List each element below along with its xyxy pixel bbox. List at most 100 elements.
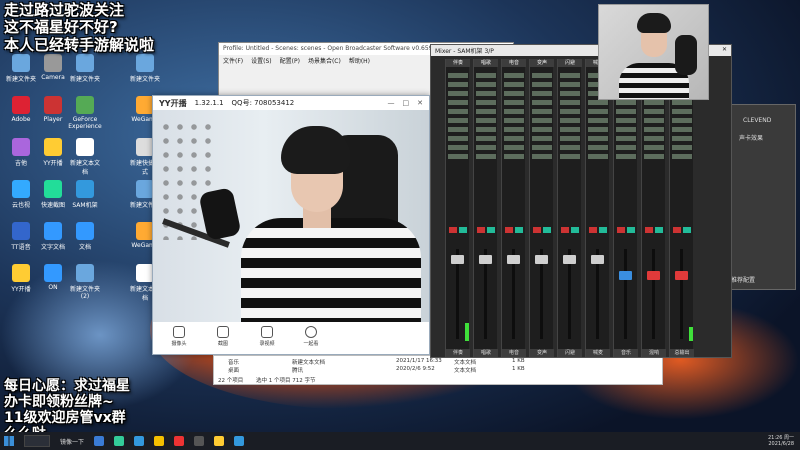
effect-slot[interactable] xyxy=(476,136,496,141)
effect-slot[interactable] xyxy=(532,118,552,123)
mute-button[interactable] xyxy=(561,227,569,233)
desktop-icon[interactable]: GeForce Experience xyxy=(68,96,102,130)
desktop-icon[interactable]: 新建文本文档 xyxy=(68,138,102,176)
mute-button[interactable] xyxy=(589,227,597,233)
ie-icon[interactable] xyxy=(134,436,145,446)
yy-window[interactable]: YY开播 1.32.1.1 QQ号: 708053412 — □ ✕ 摄像头 截… xyxy=(152,95,430,355)
desktop-icon[interactable]: YY开播 xyxy=(4,264,38,293)
effect-slot[interactable] xyxy=(560,154,580,159)
effect-slot[interactable] xyxy=(588,154,608,159)
effect-slot[interactable] xyxy=(448,118,468,123)
file-name[interactable]: 新建文本文档 xyxy=(292,358,325,366)
effect-slot[interactable] xyxy=(560,91,580,96)
effect-slot[interactable] xyxy=(448,154,468,159)
desktop-icon[interactable]: Adobe xyxy=(4,96,38,123)
obs-icon[interactable] xyxy=(194,436,205,446)
effect-slot[interactable] xyxy=(532,127,552,132)
minimize-button[interactable]: — xyxy=(388,99,395,107)
mixer-channel-strip[interactable]: 变声 变声 xyxy=(529,59,554,357)
solo-button[interactable] xyxy=(627,227,635,233)
desktop-icon[interactable]: 文档 xyxy=(68,222,102,251)
windows-start-icon[interactable] xyxy=(4,436,14,446)
effect-slot[interactable] xyxy=(560,136,580,141)
effect-slot[interactable] xyxy=(448,109,468,114)
solo-button[interactable] xyxy=(599,227,607,233)
effect-slot[interactable] xyxy=(644,118,664,123)
file-explorer[interactable]: 音乐 桌面 22 个项目 选中 1 个项目 712 字节 新建文本文档 2021… xyxy=(213,355,663,385)
mixer-channel-strip[interactable]: 电音 电音 xyxy=(501,59,526,357)
effect-slot[interactable] xyxy=(616,145,636,150)
effect-slot[interactable] xyxy=(672,100,692,105)
effect-slot[interactable] xyxy=(476,154,496,159)
effect-slot[interactable] xyxy=(672,109,692,114)
panel-label[interactable]: 声卡效果 xyxy=(739,133,763,142)
fader-knob[interactable] xyxy=(619,271,632,280)
mute-button[interactable] xyxy=(477,227,485,233)
effect-slot[interactable] xyxy=(588,109,608,114)
effect-slot[interactable] xyxy=(476,100,496,105)
solo-button[interactable] xyxy=(683,227,691,233)
effect-slot[interactable] xyxy=(616,100,636,105)
effect-slot[interactable] xyxy=(448,127,468,132)
effect-slot[interactable] xyxy=(504,91,524,96)
effect-slot[interactable] xyxy=(504,154,524,159)
close-button[interactable]: ✕ xyxy=(417,99,423,107)
effect-slot[interactable] xyxy=(504,82,524,87)
effect-slot[interactable] xyxy=(504,118,524,123)
camera-tool-button[interactable]: 摄像头 xyxy=(167,326,191,350)
obs-menu-settings[interactable]: 设置(S) xyxy=(251,56,272,65)
effect-slot[interactable] xyxy=(532,82,552,87)
effect-slot[interactable] xyxy=(504,109,524,114)
solo-button[interactable] xyxy=(571,227,579,233)
effect-slot[interactable] xyxy=(644,100,664,105)
taskbar-search[interactable] xyxy=(24,435,50,447)
effect-slot[interactable] xyxy=(588,136,608,141)
mute-button[interactable] xyxy=(505,227,513,233)
fader-knob[interactable] xyxy=(451,255,464,264)
effect-slot[interactable] xyxy=(476,73,496,78)
mixer-close-button[interactable]: ✕ xyxy=(722,46,727,55)
obs-menu-file[interactable]: 文件(F) xyxy=(223,56,243,65)
effect-slot[interactable] xyxy=(616,109,636,114)
effect-slot[interactable] xyxy=(448,136,468,141)
mute-button[interactable] xyxy=(533,227,541,233)
effect-slot[interactable] xyxy=(560,118,580,123)
effect-slot[interactable] xyxy=(504,136,524,141)
obs-menu-help[interactable]: 帮助(H) xyxy=(349,56,370,65)
folder-icon[interactable] xyxy=(154,436,165,446)
maximize-button[interactable]: □ xyxy=(403,99,410,107)
effect-slot[interactable] xyxy=(588,100,608,105)
fader-knob[interactable] xyxy=(675,271,688,280)
effect-slot[interactable] xyxy=(448,100,468,105)
mute-button[interactable] xyxy=(449,227,457,233)
desktop-icon[interactable]: ON xyxy=(36,264,70,291)
fader-knob[interactable] xyxy=(507,255,520,264)
browser-icon[interactable] xyxy=(114,436,125,446)
effect-slot[interactable] xyxy=(448,82,468,87)
panel-label[interactable]: 推荐配置 xyxy=(731,275,755,284)
mixer-channel-strip[interactable]: 闪避 闪避 xyxy=(557,59,582,357)
effect-slot[interactable] xyxy=(448,73,468,78)
effect-slot[interactable] xyxy=(476,145,496,150)
effect-slot[interactable] xyxy=(560,82,580,87)
effect-slot[interactable] xyxy=(476,127,496,132)
desktop-icon[interactable]: 吉他 xyxy=(4,138,38,167)
sidebar-item-desktop[interactable]: 桌面 xyxy=(228,366,239,374)
effect-slot[interactable] xyxy=(672,136,692,141)
effect-slot[interactable] xyxy=(672,154,692,159)
mixer-channel-strip[interactable]: 总线总输出 xyxy=(669,59,694,357)
desktop-icon[interactable]: 新建文件夹 xyxy=(4,54,38,83)
effect-slot[interactable] xyxy=(560,100,580,105)
desktop-icon[interactable]: 新建文件夹 xyxy=(128,54,162,83)
effect-slot[interactable] xyxy=(616,136,636,141)
mixer-channel-strip[interactable]: 音乐音乐 xyxy=(613,59,638,357)
desktop-icon[interactable]: SAM机架 xyxy=(68,180,102,209)
fader-knob[interactable] xyxy=(535,255,548,264)
effect-slot[interactable] xyxy=(532,136,552,141)
effect-slot[interactable] xyxy=(616,118,636,123)
desktop-icon[interactable]: Camera xyxy=(36,54,70,81)
effect-slot[interactable] xyxy=(560,73,580,78)
desktop-icon[interactable]: 快速截图 xyxy=(36,180,70,209)
effect-slot[interactable] xyxy=(644,145,664,150)
desktop-icon[interactable]: 文字文档 xyxy=(36,222,70,251)
